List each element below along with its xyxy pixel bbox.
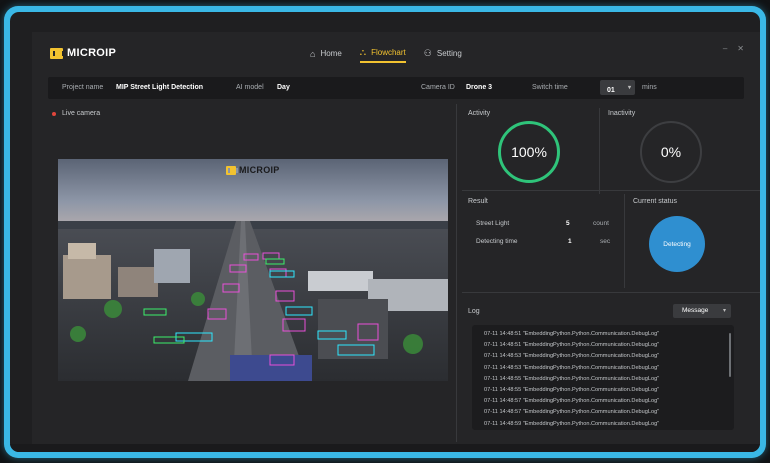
ai-model-value: Day xyxy=(277,84,290,91)
switch-time-select[interactable]: 01 ▾ xyxy=(600,80,635,95)
logo-icon xyxy=(226,165,238,175)
app-window: MICROIP ⌂ Home ⛬ Flowchart ⚇ Setting – ✕ xyxy=(32,32,760,452)
project-info-bar: Project name MIP Street Light Detection … xyxy=(48,77,744,99)
switch-time-label: Switch time xyxy=(532,84,568,91)
project-name-label: Project name xyxy=(62,84,104,91)
bezel-bottom xyxy=(10,444,760,452)
switch-time-unit: mins xyxy=(642,84,657,91)
close-button[interactable]: ✕ xyxy=(737,44,744,53)
camera-id-value: Drone 3 xyxy=(466,84,493,91)
result-unit: sec xyxy=(600,238,611,245)
nav-home-label: Home xyxy=(320,49,342,58)
log-filter-select[interactable]: Message ▾ xyxy=(673,304,731,318)
video-brand-name: MICROIP xyxy=(239,165,280,175)
nav-setting[interactable]: ⚇ Setting xyxy=(424,47,462,63)
result-value: 1 xyxy=(568,238,572,245)
log-line: 07-11 14:48:51 "EmbeddingPython.Python.C… xyxy=(484,342,660,349)
panel-divider xyxy=(462,190,760,191)
camera-feed: MICROIP xyxy=(58,159,448,381)
log-label: Log xyxy=(468,308,480,315)
log-line: 07-11 14:48:53 "EmbeddingPython.Python.C… xyxy=(484,353,660,360)
panel-divider xyxy=(599,108,600,194)
camera-id-label: Camera ID xyxy=(421,84,455,91)
current-status-label: Current status xyxy=(633,198,677,205)
video-watermark-logo: MICROIP xyxy=(226,165,280,175)
chevron-down-icon: ▾ xyxy=(722,308,726,314)
panel-divider xyxy=(462,292,760,293)
status-value: Detecting xyxy=(663,240,691,248)
log-line: 07-11 14:48:55 "EmbeddingPython.Python.C… xyxy=(484,375,660,382)
logo-icon xyxy=(50,47,64,59)
inactivity-gauge: 0% xyxy=(640,121,702,183)
result-name: Street Light xyxy=(476,220,510,227)
chevron-down-icon: ▾ xyxy=(627,85,631,91)
result-unit: count xyxy=(593,220,609,227)
activity-value: 100% xyxy=(511,144,547,160)
live-camera-title: Live camera xyxy=(62,110,101,117)
result-name: Detecting time xyxy=(476,238,518,245)
nav-setting-label: Setting xyxy=(436,49,462,58)
project-name-value: MIP Street Light Detection xyxy=(116,84,203,91)
main-nav: ⌂ Home ⛬ Flowchart ⚇ Setting xyxy=(310,47,462,63)
ai-model-label: AI model xyxy=(236,84,264,91)
activity-label: Activity xyxy=(468,110,491,117)
switch-time-value: 01 xyxy=(607,87,615,94)
inactivity-value: 0% xyxy=(660,144,682,160)
nav-flowchart[interactable]: ⛬ Flowchart xyxy=(359,47,406,63)
device-frame: MICROIP ⌂ Home ⛬ Flowchart ⚇ Setting – ✕ xyxy=(4,6,766,458)
nav-flowchart-label: Flowchart xyxy=(371,48,406,57)
log-scrollbar[interactable] xyxy=(729,333,731,377)
live-indicator-icon xyxy=(52,111,56,116)
live-camera-header: Live camera xyxy=(52,110,100,117)
activity-gauge: 100% xyxy=(498,121,560,183)
nav-home[interactable]: ⌂ Home xyxy=(310,47,342,63)
minimize-button[interactable]: – xyxy=(723,44,727,53)
result-row-detecting-time: Detecting time 1 sec xyxy=(476,238,616,245)
window-controls: – ✕ xyxy=(723,44,744,53)
result-value: 5 xyxy=(566,220,570,227)
panel-divider xyxy=(624,194,625,288)
log-line: 07-11 14:48:59 "EmbeddingPython.Python.C… xyxy=(484,420,660,427)
log-line: 07-11 14:48:57 "EmbeddingPython.Python.C… xyxy=(484,409,660,416)
result-row-street-light: Street Light 5 count xyxy=(476,220,616,227)
panel-divider xyxy=(456,104,457,442)
status-indicator: Detecting xyxy=(649,216,705,272)
street-scene-image xyxy=(58,159,448,381)
home-icon: ⌂ xyxy=(310,48,316,59)
app-logo: MICROIP xyxy=(50,47,116,59)
user-icon: ⚇ xyxy=(423,48,432,58)
flowchart-icon: ⛬ xyxy=(359,47,367,57)
title-bar: MICROIP ⌂ Home ⛬ Flowchart ⚇ Setting – ✕ xyxy=(32,32,760,70)
log-line: 07-11 14:48:51 "EmbeddingPython.Python.C… xyxy=(484,331,660,337)
log-filter-value: Message xyxy=(682,307,709,314)
inactivity-label: Inactivity xyxy=(608,110,636,117)
screen-bezel: MICROIP ⌂ Home ⛬ Flowchart ⚇ Setting – ✕ xyxy=(10,12,760,452)
log-line: 07-11 14:48:55 "EmbeddingPython.Python.C… xyxy=(484,386,660,393)
brand-name: MICROIP xyxy=(67,47,117,59)
log-console[interactable]: 07-11 14:48:51 "EmbeddingPython.Python.C… xyxy=(472,325,734,430)
log-line: 07-11 14:48:53 "EmbeddingPython.Python.C… xyxy=(484,364,660,371)
result-label: Result xyxy=(468,198,488,205)
log-line: 07-11 14:48:57 "EmbeddingPython.Python.C… xyxy=(484,398,660,405)
